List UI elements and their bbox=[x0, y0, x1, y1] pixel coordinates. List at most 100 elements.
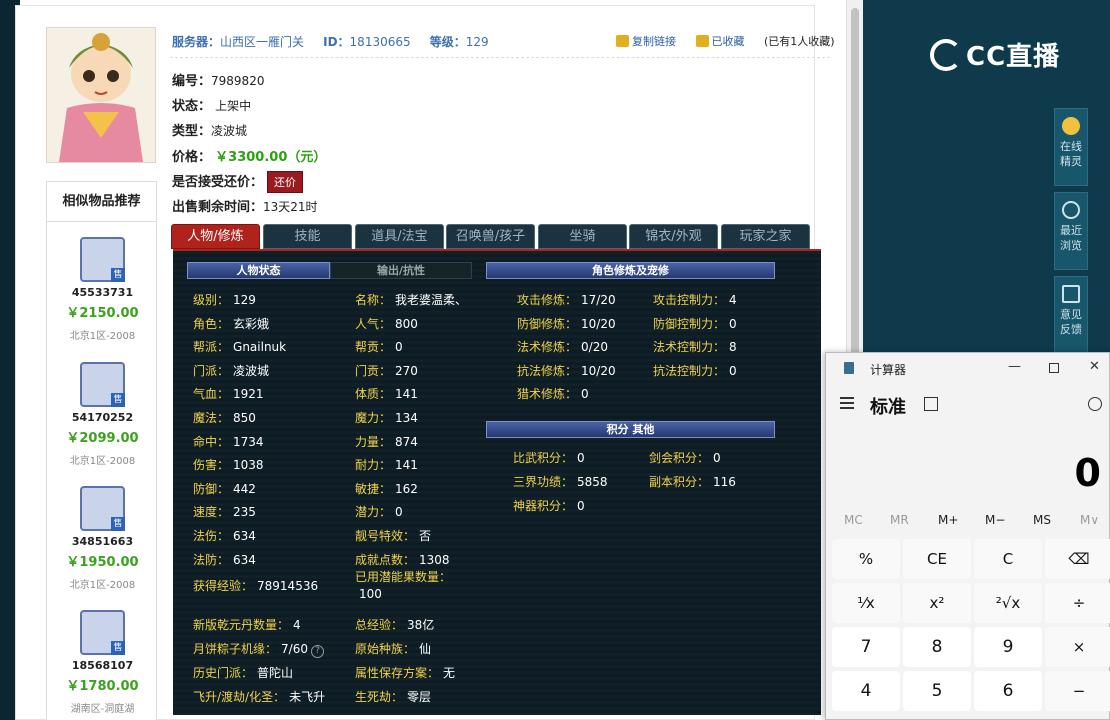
rail-online-assistant[interactable]: 在线精灵 bbox=[1054, 108, 1088, 186]
tab-items[interactable]: 道具/法宝 bbox=[355, 224, 444, 249]
memory-list-button[interactable]: M∨ bbox=[1080, 513, 1099, 527]
divide-button[interactable]: ÷ bbox=[1045, 583, 1110, 623]
stat-row-label: 魔法： bbox=[193, 411, 230, 425]
type-row: 类型：凌波城 bbox=[172, 120, 247, 139]
counter-offer-button[interactable]: 还价 bbox=[267, 171, 304, 193]
control-row-value: 4 bbox=[729, 293, 737, 307]
similar-item[interactable]: 售 54170252 ￥2099.00 北京1区-2008 bbox=[47, 362, 158, 467]
digit-5-button[interactable]: 5 bbox=[903, 671, 971, 711]
brand-text: CC直播 bbox=[966, 42, 1061, 72]
attribute-row: 靓号特效：否 bbox=[355, 527, 431, 544]
rail-label: 最近浏览 bbox=[1060, 224, 1082, 252]
number-label: 编号： bbox=[172, 74, 212, 89]
stat-row: 伤害： 1038 bbox=[193, 456, 264, 473]
rail-recent-views[interactable]: 最近浏览 bbox=[1054, 192, 1088, 270]
similar-item-thumbnail[interactable]: 售 bbox=[80, 362, 125, 407]
backspace-button[interactable]: ⌫ bbox=[1045, 539, 1110, 579]
control-row: 法术控制力： 8 bbox=[653, 338, 737, 355]
history-icon[interactable] bbox=[1088, 397, 1102, 411]
menu-icon[interactable] bbox=[840, 397, 854, 412]
control-row: 攻击控制力： 4 bbox=[653, 291, 737, 308]
calculator-titlebar[interactable]: 计算器 — ✕ bbox=[826, 353, 1110, 383]
life-death-value: 零层 bbox=[407, 690, 432, 704]
stat-row-value: 442 bbox=[233, 481, 256, 496]
subtract-button[interactable]: − bbox=[1045, 671, 1110, 711]
memory-subtract-button[interactable]: M− bbox=[985, 513, 1005, 527]
tab-character[interactable]: 人物/修炼 bbox=[171, 224, 260, 249]
points-row: 三界功绩： 5858 bbox=[513, 473, 608, 490]
tab-home[interactable]: 玩家之家 bbox=[721, 224, 810, 249]
remaining-time-row: 出售剩余时间：13天21时 bbox=[172, 196, 318, 215]
clear-entry-button[interactable]: CE bbox=[903, 539, 971, 579]
memory-recall-button[interactable]: MR bbox=[890, 513, 909, 527]
stat-row-label: 防御： bbox=[193, 481, 230, 496]
section-header-output[interactable]: 输出/抗性 bbox=[330, 262, 472, 279]
clear-button[interactable]: C bbox=[974, 539, 1042, 579]
cultivation-row-value: 0/20 bbox=[581, 340, 608, 355]
keep-on-top-icon[interactable] bbox=[924, 397, 938, 411]
attribute-row: 人气： 800 bbox=[355, 315, 418, 332]
ascension-value: 未飞升 bbox=[289, 690, 326, 704]
section-header-cultivation: 角色修炼及宠修 bbox=[486, 262, 775, 279]
life-death-label: 生死劫： bbox=[355, 690, 404, 704]
tab-mounts[interactable]: 坐骑 bbox=[538, 224, 627, 249]
remaining-time-label: 出售剩余时间： bbox=[172, 200, 264, 215]
similar-item-thumbnail[interactable]: 售 bbox=[80, 610, 125, 655]
digit-9-button[interactable]: 9 bbox=[974, 627, 1042, 667]
copy-link-button[interactable]: 复制链接 bbox=[616, 35, 684, 48]
similar-item-thumbnail[interactable]: 售 bbox=[80, 486, 125, 531]
points-row: 神器积分： 0 bbox=[513, 497, 585, 514]
favorite-button[interactable]: 已收藏 bbox=[695, 35, 753, 48]
maximize-icon[interactable] bbox=[1049, 363, 1059, 373]
attribute-row: 成就点数： 1308 bbox=[355, 551, 450, 568]
points-row-value: 0 bbox=[577, 451, 585, 465]
cc-logo-mark-icon bbox=[930, 39, 962, 71]
dan-row: 新版乾元丹数量： 4 bbox=[193, 616, 301, 633]
minimize-icon[interactable]: — bbox=[1008, 359, 1021, 374]
exp-label: 获得经验： bbox=[193, 579, 254, 593]
history-school-value: 普陀山 bbox=[257, 666, 294, 680]
control-row-label: 法术控制力： bbox=[653, 340, 726, 355]
points-row-label: 神器积分： bbox=[513, 499, 574, 513]
memory-clear-button[interactable]: MC bbox=[844, 513, 863, 527]
status-value: 上架中 bbox=[215, 99, 252, 113]
memory-row: MC MR M+ M− MS M∨ bbox=[826, 513, 1110, 533]
multiply-button[interactable]: × bbox=[1045, 627, 1110, 667]
digit-7-button[interactable]: 7 bbox=[832, 627, 900, 667]
square-button[interactable]: x² bbox=[903, 583, 971, 623]
price-label: 价格： bbox=[172, 150, 212, 165]
similar-item[interactable]: 售 18568107 ￥1780.00 湖南区-洞庭湖 bbox=[47, 610, 158, 715]
attribute-row-value: 141 bbox=[395, 458, 418, 473]
close-icon[interactable]: ✕ bbox=[1089, 359, 1100, 374]
points-row-2-value: 116 bbox=[713, 475, 736, 489]
percent-button[interactable]: % bbox=[832, 539, 900, 579]
favorite-label: 已收藏 bbox=[711, 35, 745, 48]
digit-4-button[interactable]: 4 bbox=[832, 671, 900, 711]
rail-feedback[interactable]: 意见反馈 bbox=[1054, 276, 1088, 354]
points-row-value: 5858 bbox=[577, 475, 608, 489]
section-header-points: 积分 其他 bbox=[486, 421, 775, 438]
digit-8-button[interactable]: 8 bbox=[903, 627, 971, 667]
attribute-row-value: 1308 bbox=[419, 552, 450, 567]
memory-add-button[interactable]: M+ bbox=[938, 513, 958, 527]
square-root-button[interactable]: ²√x bbox=[974, 583, 1042, 623]
tab-outfits[interactable]: 锦衣/外观 bbox=[629, 224, 718, 249]
similar-item[interactable]: 售 45533731 ￥2150.00 北京1区-2008 bbox=[47, 237, 158, 342]
reciprocal-button[interactable]: ¹⁄x bbox=[832, 583, 900, 623]
character-detail-panel: 人物状态 输出/抗性 角色修炼及宠修 获得经验： 78914536 已用潜能果数量… bbox=[173, 249, 821, 715]
cultivation-row-value: 17/20 bbox=[581, 293, 616, 307]
digit-6-button[interactable]: 6 bbox=[974, 671, 1042, 711]
clock-icon bbox=[1062, 201, 1080, 219]
help-icon[interactable]: ? bbox=[310, 645, 324, 658]
similar-item[interactable]: 售 34851663 ￥1950.00 北京1区-2008 bbox=[47, 486, 158, 591]
tab-skills[interactable]: 技能 bbox=[263, 224, 352, 249]
status-row: 状态： 上架中 bbox=[172, 95, 251, 114]
attribute-row-value: 874 bbox=[395, 434, 418, 449]
points-row-2-label: 副本积分： bbox=[649, 475, 710, 489]
similar-item-thumbnail[interactable]: 售 bbox=[80, 237, 125, 282]
points-row-2: 副本积分： 116 bbox=[649, 473, 736, 490]
memory-store-button[interactable]: MS bbox=[1033, 513, 1051, 527]
similar-item-price: ￥2150.00 bbox=[66, 306, 139, 321]
tab-pets[interactable]: 召唤兽/孩子 bbox=[446, 224, 535, 249]
favorite-count: (已有1人收藏) bbox=[764, 35, 835, 48]
